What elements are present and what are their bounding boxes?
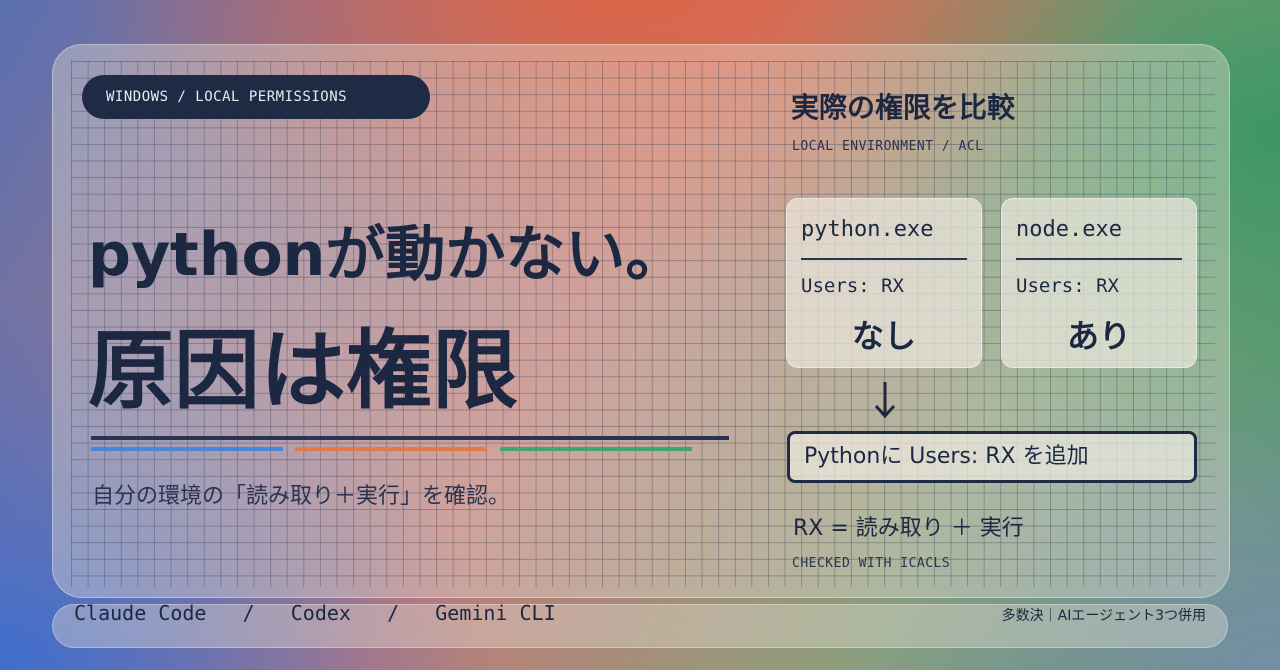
subtext: 自分の環境の「読み取り＋実行」を確認。 <box>92 484 511 509</box>
rx-definition: RX = 読み取り ＋ 実行 <box>793 516 1024 541</box>
exe-divider <box>1016 258 1182 260</box>
tool-list: Claude Code / Codex / Gemini CLI <box>74 601 556 625</box>
exe-name: python.exe <box>801 217 934 242</box>
node-exe-card: node.exe Users: RX あり <box>1001 198 1197 368</box>
arrow-down-icon <box>874 382 896 419</box>
panel-subtitle: LOCAL ENVIRONMENT / ACL <box>792 139 984 154</box>
exe-permission: Users: RX <box>1016 275 1119 297</box>
exe-divider <box>801 258 967 260</box>
fix-callout: Pythonに Users: RX を追加 <box>787 431 1197 483</box>
divider-green <box>500 447 692 451</box>
exe-status: あり <box>1066 317 1131 355</box>
divider-blue <box>91 447 283 451</box>
category-tag: WINDOWS / LOCAL PERMISSIONS <box>82 75 430 119</box>
panel-title: 実際の権限を比較 <box>791 91 1016 124</box>
headline-line-2: 原因は権限 <box>88 321 518 421</box>
exe-status: なし <box>851 317 916 355</box>
footer-note: 多数決｜AIエージェント3つ併用 <box>1001 608 1206 624</box>
checked-note: CHECKED WITH ICACLS <box>792 556 951 571</box>
exe-name: node.exe <box>1016 217 1122 242</box>
divider-dark <box>91 436 729 440</box>
exe-permission: Users: RX <box>801 275 904 297</box>
python-exe-card: python.exe Users: RX なし <box>786 198 982 368</box>
divider-orange <box>295 447 487 451</box>
headline-line-1: pythonが動かない。 <box>88 220 686 290</box>
